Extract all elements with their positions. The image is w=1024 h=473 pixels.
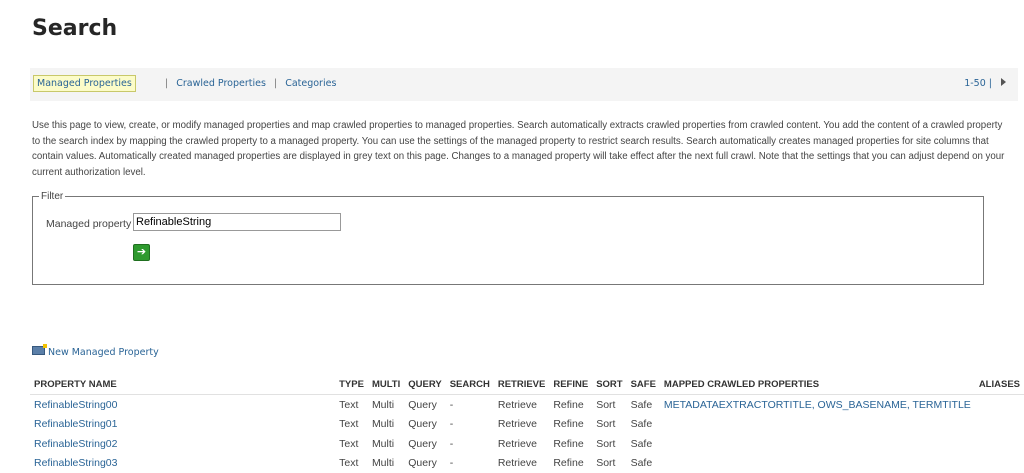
cell-search: -	[446, 415, 494, 435]
filter-legend: Filter	[39, 191, 65, 202]
cell-sort: Sort	[592, 415, 626, 435]
table-row: RefinableString02 Text Multi Query - Ret…	[30, 434, 1024, 454]
header-refine[interactable]: REFINE	[549, 375, 592, 395]
paging-range[interactable]: 1-50 |	[964, 78, 992, 89]
managed-property-input[interactable]	[133, 213, 341, 231]
cell-retrieve: Retrieve	[494, 395, 550, 415]
page-description: Use this page to view, create, or modify…	[32, 118, 1012, 180]
cell-aliases	[975, 415, 1024, 435]
cell-safe: Safe	[627, 395, 660, 415]
cell-aliases	[975, 454, 1024, 473]
header-query[interactable]: QUERY	[404, 375, 445, 395]
cell-mapped-crawled-properties: METADATAEXTRACTORTITLE, OWS_BASENAME, TE…	[660, 395, 975, 415]
cell-type: Text	[335, 454, 368, 473]
cell-search: -	[446, 434, 494, 454]
cell-mapped-crawled-properties	[660, 454, 975, 473]
cell-type: Text	[335, 395, 368, 415]
property-name-link[interactable]: RefinableString00	[34, 399, 117, 411]
managed-properties-table: PROPERTY NAME TYPE MULTI QUERY SEARCH RE…	[30, 375, 1024, 473]
next-page-icon[interactable]	[1001, 78, 1006, 86]
cell-retrieve: Retrieve	[494, 454, 550, 473]
filter-group: Filter Managed property ➔	[32, 191, 984, 285]
tab-managed-properties[interactable]: Managed Properties	[33, 75, 136, 92]
cell-search: -	[446, 454, 494, 473]
cell-query: Query	[404, 454, 445, 473]
cell-multi: Multi	[368, 395, 404, 415]
cell-mapped-crawled-properties	[660, 415, 975, 435]
header-sort[interactable]: SORT	[592, 375, 626, 395]
cell-refine: Refine	[549, 454, 592, 473]
cell-sort: Sort	[592, 434, 626, 454]
tab-separator: |	[165, 78, 168, 89]
header-property-name[interactable]: PROPERTY NAME	[30, 375, 335, 395]
new-managed-property-label[interactable]: New Managed Property	[48, 347, 159, 358]
table-row: RefinableString01 Text Multi Query - Ret…	[30, 415, 1024, 435]
header-mapped-crawled-properties[interactable]: MAPPED CRAWLED PROPERTIES	[660, 375, 975, 395]
page-title: Search	[32, 16, 117, 41]
cell-mapped-crawled-properties	[660, 434, 975, 454]
cell-refine: Refine	[549, 415, 592, 435]
header-multi[interactable]: MULTI	[368, 375, 404, 395]
new-item-icon	[32, 346, 45, 355]
property-name-link[interactable]: RefinableString03	[34, 457, 117, 469]
cell-retrieve: Retrieve	[494, 434, 550, 454]
cell-multi: Multi	[368, 454, 404, 473]
cell-safe: Safe	[627, 415, 660, 435]
arrow-right-icon[interactable]: ➔	[133, 244, 150, 261]
header-type[interactable]: TYPE	[335, 375, 368, 395]
cell-refine: Refine	[549, 395, 592, 415]
cell-sort: Sort	[592, 395, 626, 415]
cell-safe: Safe	[627, 434, 660, 454]
paging: 1-50 |	[964, 78, 1006, 89]
cell-aliases	[975, 395, 1024, 415]
header-search[interactable]: SEARCH	[446, 375, 494, 395]
header-aliases[interactable]: ALIASES	[975, 375, 1024, 395]
property-name-link[interactable]: RefinableString01	[34, 418, 117, 430]
cell-multi: Multi	[368, 415, 404, 435]
cell-query: Query	[404, 434, 445, 454]
table-row: RefinableString00 Text Multi Query - Ret…	[30, 395, 1024, 415]
tab-toolbar: Managed Properties | Crawled Properties …	[30, 68, 1018, 101]
cell-search: -	[446, 395, 494, 415]
table-row: RefinableString03 Text Multi Query - Ret…	[30, 454, 1024, 473]
property-name-link[interactable]: RefinableString02	[34, 438, 117, 450]
cell-safe: Safe	[627, 454, 660, 473]
cell-type: Text	[335, 415, 368, 435]
new-managed-property-link[interactable]: New Managed Property	[32, 346, 159, 358]
cell-aliases	[975, 434, 1024, 454]
tab-categories[interactable]: Categories	[285, 78, 336, 89]
cell-refine: Refine	[549, 434, 592, 454]
cell-query: Query	[404, 415, 445, 435]
cell-retrieve: Retrieve	[494, 415, 550, 435]
cell-type: Text	[335, 434, 368, 454]
tab-crawled-properties[interactable]: Crawled Properties	[176, 78, 266, 89]
cell-sort: Sort	[592, 454, 626, 473]
managed-property-label: Managed property	[46, 218, 131, 230]
header-safe[interactable]: SAFE	[627, 375, 660, 395]
table-header-row: PROPERTY NAME TYPE MULTI QUERY SEARCH RE…	[30, 375, 1024, 395]
cell-multi: Multi	[368, 434, 404, 454]
tab-separator: |	[274, 78, 277, 89]
cell-query: Query	[404, 395, 445, 415]
header-retrieve[interactable]: RETRIEVE	[494, 375, 550, 395]
